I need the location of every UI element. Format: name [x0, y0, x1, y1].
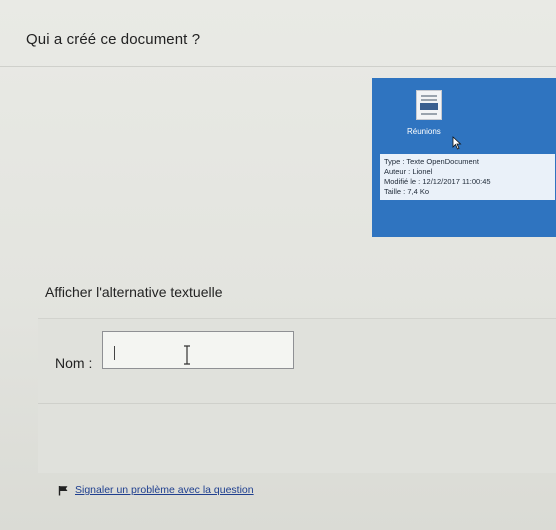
mouse-pointer-icon	[452, 136, 462, 150]
file-details-box: Type : Texte OpenDocument Auteur : Lione…	[380, 154, 555, 200]
document-icon-line	[421, 113, 437, 115]
file-name-label: Réunions	[407, 127, 441, 136]
flag-icon	[58, 485, 68, 495]
text-caret	[114, 346, 115, 360]
name-input[interactable]	[102, 331, 294, 369]
document-icon-line	[421, 95, 437, 97]
file-author-line: Auteur : Lionel	[384, 167, 433, 176]
file-modified-line: Modifié le : 12/12/2017 11:00:45	[384, 177, 491, 186]
ibeam-cursor-icon	[184, 345, 190, 365]
divider	[0, 66, 556, 67]
file-type-line: Type : Texte OpenDocument	[384, 157, 479, 166]
answer-separator	[38, 403, 556, 404]
document-icon-band	[420, 103, 438, 110]
show-alt-text-toggle[interactable]: Afficher l'alternative textuelle	[45, 284, 223, 300]
name-label: Nom :	[55, 355, 93, 371]
document-icon	[416, 90, 442, 120]
file-tooltip-image: Réunions Type : Texte OpenDocument Auteu…	[372, 78, 556, 237]
document-icon-line	[421, 99, 437, 101]
report-problem-row: Signaler un problème avec la question	[58, 484, 254, 496]
file-size-line: Taille : 7,4 Ko	[384, 187, 430, 196]
question-text: Qui a créé ce document ?	[26, 31, 201, 48]
question-page: Qui a créé ce document ? Réunions Type :…	[0, 0, 556, 530]
report-problem-link[interactable]: Signaler un problème avec la question	[75, 484, 254, 496]
